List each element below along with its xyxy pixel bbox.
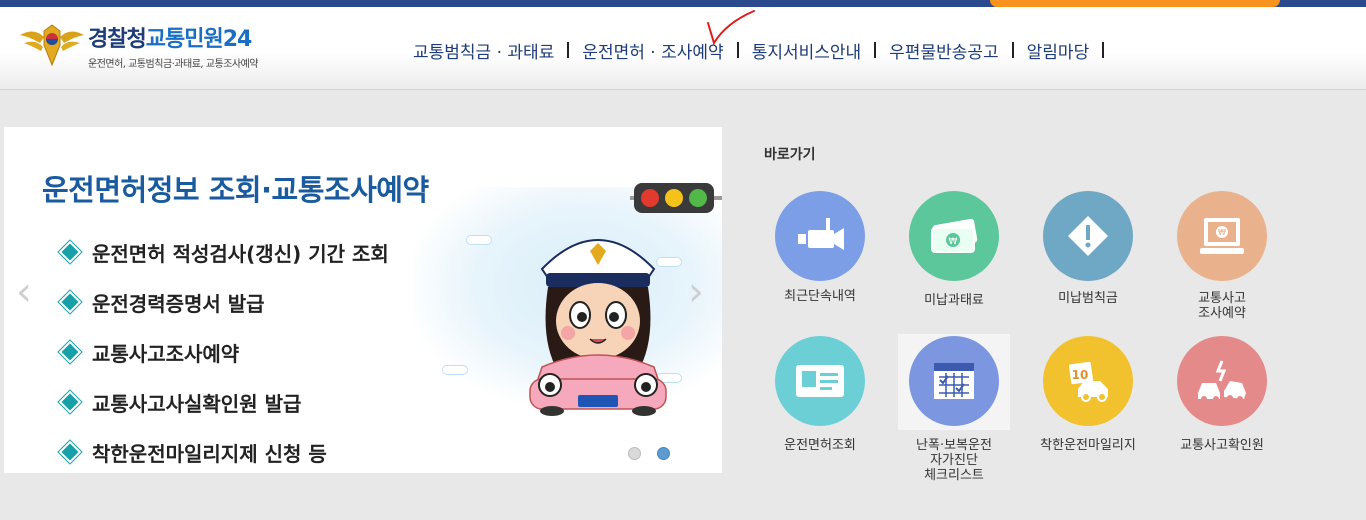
carousel-dot-2[interactable] <box>657 447 670 460</box>
shortcut-label: 교통사고 조사예약 <box>1198 291 1246 321</box>
nav-divider <box>1102 42 1105 58</box>
license-card-icon <box>775 336 865 426</box>
shortcut-accident-reservation[interactable]: ₩ 교통사고 조사예약 <box>1155 191 1289 321</box>
shortcut-unpaid-penalties[interactable]: 미납범칙금 <box>1021 191 1155 306</box>
diamond-bullet-icon <box>61 243 79 261</box>
nav-item-fines[interactable]: 교통범칙금 · 과태료 <box>400 38 567 63</box>
logo-tagline: 운전면허, 교통범칙금·과태료, 교통조사예약 <box>88 59 259 70</box>
diamond-bullet-icon <box>61 443 79 461</box>
list-item-label: 착한운전마일리지제 신청 등 <box>92 441 327 466</box>
shortcut-label: 난폭·보복운전 자가진단 체크리스트 <box>916 438 992 483</box>
logo-title: 경찰청교통민원24 <box>88 27 252 52</box>
list-item: 운전경력증명서 발급 <box>60 277 389 327</box>
cloud-shape <box>466 235 492 245</box>
diamond-bullet-icon <box>61 343 79 361</box>
carousel-prev-arrow-icon[interactable]: ‹ <box>16 272 36 312</box>
carousel-pagination <box>628 447 670 460</box>
nav-item-notification-service[interactable]: 통지서비스안내 <box>739 38 874 63</box>
shortcut-label: 미납과태료 <box>924 293 984 308</box>
list-item: 운전면허 적성검사(갱신) 기간 조회 <box>60 227 389 277</box>
shortcut-unpaid-fines[interactable]: ₩ 미납과태료 <box>887 191 1021 308</box>
carousel-next-arrow-icon[interactable]: › <box>688 272 708 312</box>
car-crash-icon <box>1177 336 1267 426</box>
shortcuts-title: 바로가기 <box>764 147 816 163</box>
shortcut-recent-violations[interactable]: 최근단속내역 <box>753 191 887 304</box>
calendar-check-icon <box>909 336 999 426</box>
traffic-light-icon <box>630 183 722 213</box>
shortcut-license-inquiry[interactable]: 운전면허조회 <box>753 336 887 453</box>
shortcut-label: 최근단속내역 <box>784 289 856 304</box>
svg-text:10: 10 <box>1072 368 1089 382</box>
list-item: 착한운전마일리지제 신청 등 <box>60 427 389 473</box>
site-header: 경찰청교통민원24 운전면허, 교통범칙금·과태료, 교통조사예약 교통범칙금 … <box>0 7 1366 90</box>
shortcut-label: 교통사고확인원 <box>1180 438 1264 453</box>
svg-text:₩: ₩ <box>949 237 958 247</box>
shortcut-accident-certificate[interactable]: 교통사고확인원 <box>1155 336 1289 453</box>
shortcut-safe-driving-mileage[interactable]: 10 착한운전마일리지 <box>1021 336 1155 453</box>
diamond-bullet-icon <box>61 393 79 411</box>
diamond-bullet-icon <box>61 293 79 311</box>
site-logo[interactable]: 경찰청교통민원24 운전면허, 교통범칙금·과태료, 교통조사예약 <box>16 21 306 71</box>
police-mascot-illustration <box>529 239 667 416</box>
logo-text: 경찰청교통민원24 운전면허, 교통범칙금·과태료, 교통조사예약 <box>88 21 259 70</box>
list-item: 교통사고조사예약 <box>60 327 389 377</box>
top-login-pill[interactable] <box>990 0 1280 7</box>
monitor-icon: ₩ <box>1177 191 1267 281</box>
mileage-car-icon: 10 <box>1043 336 1133 426</box>
cloud-shape <box>442 365 468 375</box>
warning-icon <box>1043 191 1133 281</box>
banner-feature-list: 운전면허 적성검사(갱신) 기간 조회 운전경력증명서 발급 교통사고조사예약 … <box>60 227 389 473</box>
carousel-dot-1[interactable] <box>628 447 641 460</box>
list-item-label: 교통사고사실확인원 발급 <box>92 391 302 416</box>
red-check-annotation <box>707 10 755 46</box>
shortcut-label: 미납범칙금 <box>1058 291 1118 306</box>
shortcut-reckless-driving-checklist[interactable]: 난폭·보복운전 자가진단 체크리스트 <box>887 336 1021 483</box>
list-item-label: 운전경력증명서 발급 <box>92 291 265 316</box>
nav-item-notices[interactable]: 알림마당 <box>1014 38 1103 63</box>
camera-icon <box>775 191 865 281</box>
main-banner: 운전면허정보 조회·교통조사예약 운전면허 적성검사(갱신) 기간 조회 운전경… <box>4 127 722 473</box>
list-item-label: 교통사고조사예약 <box>92 341 240 366</box>
money-icon: ₩ <box>909 191 999 281</box>
banner-title: 운전면허정보 조회·교통조사예약 <box>42 173 429 207</box>
list-item-label: 운전면허 적성검사(갱신) 기간 조회 <box>92 241 389 266</box>
shortcut-label: 운전면허조회 <box>784 438 856 453</box>
nav-item-returned-mail[interactable]: 우편물반송공고 <box>876 38 1011 63</box>
list-item: 교통사고사실확인원 발급 <box>60 377 389 427</box>
police-emblem-icon <box>20 24 84 67</box>
svg-text:₩: ₩ <box>1218 228 1226 237</box>
shortcut-label: 착한운전마일리지 <box>1040 438 1136 453</box>
